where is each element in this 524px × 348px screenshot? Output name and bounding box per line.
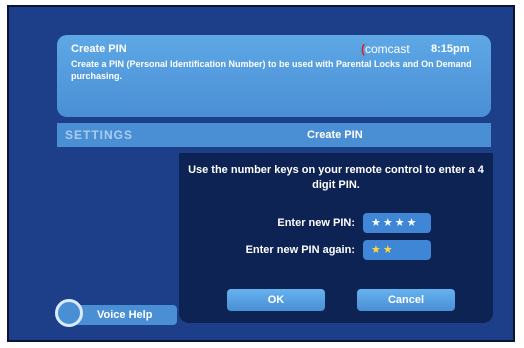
create-pin-dialog: Use the number keys on your remote contr… xyxy=(179,153,493,323)
voice-help-label: Voice Help xyxy=(67,305,177,325)
settings-bar: SETTINGS Create PIN xyxy=(57,123,491,147)
info-title: Create PIN xyxy=(71,43,127,55)
ok-button[interactable]: OK xyxy=(227,289,325,311)
new-pin-field[interactable]: ★★★★ xyxy=(363,213,431,233)
new-pin-again-label: Enter new PIN again: xyxy=(245,244,355,256)
info-description: Create a PIN (Personal Identification Nu… xyxy=(71,59,472,81)
clock: 8:15pm xyxy=(431,43,470,55)
new-pin-label: Enter new PIN: xyxy=(277,217,355,229)
cancel-button[interactable]: Cancel xyxy=(357,289,455,311)
tv-screen: Create PIN (comcast 8:15pm Create a PIN … xyxy=(7,5,515,342)
comcast-logo: (comcast xyxy=(361,42,410,56)
voice-help-button[interactable]: Voice Help xyxy=(55,299,179,329)
new-pin-again-field[interactable]: ★★ xyxy=(363,240,431,260)
dialog-instructions: Use the number keys on your remote contr… xyxy=(188,164,484,191)
screen-title: Create PIN xyxy=(307,129,363,141)
voice-help-circle-icon xyxy=(55,299,83,327)
settings-section-label: SETTINGS xyxy=(65,128,134,142)
brand-name: comcast xyxy=(365,42,410,56)
info-panel: Create PIN (comcast 8:15pm Create a PIN … xyxy=(57,35,491,117)
